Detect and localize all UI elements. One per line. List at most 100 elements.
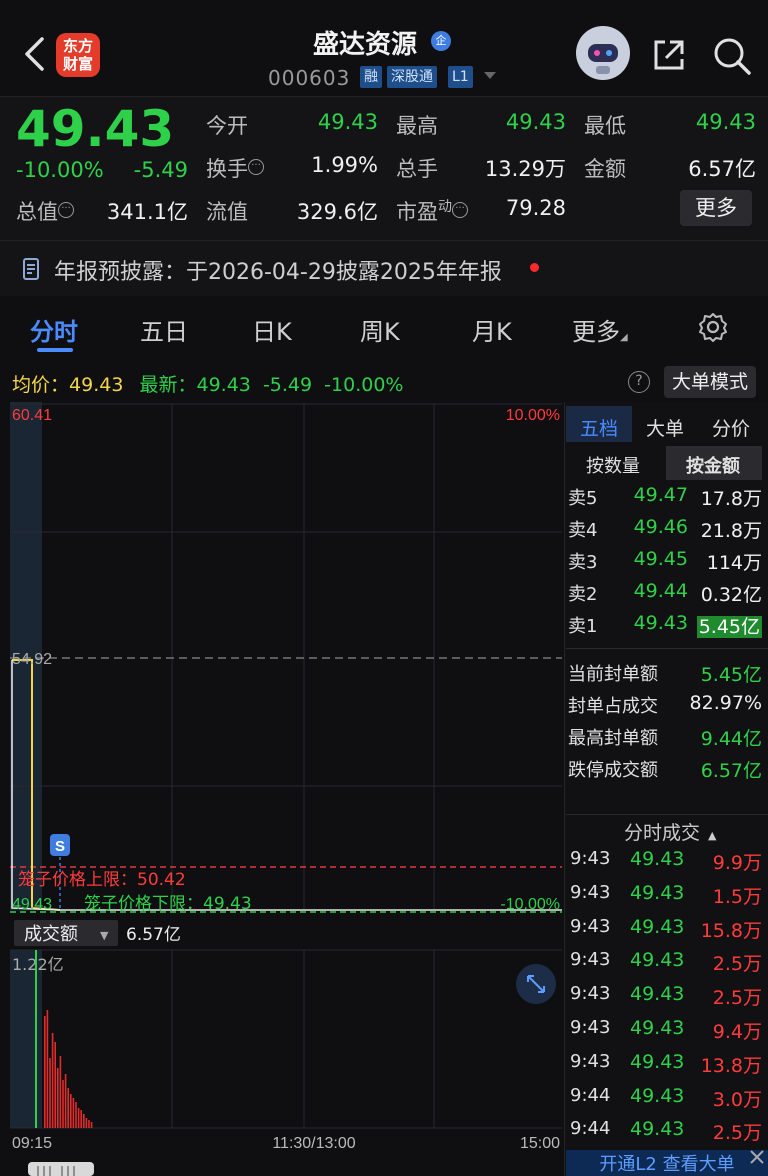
trade-volume: 2.5万 xyxy=(712,953,762,976)
trade-price: 49.43 xyxy=(630,1017,685,1039)
chevron-down-icon[interactable] xyxy=(484,72,496,79)
trade-volume: 3.0万 xyxy=(712,1088,762,1111)
trade-price: 49.43 xyxy=(630,1084,685,1107)
notice-text[interactable]: 年报预披露：于2026-04-29披露2025年年报 xyxy=(54,254,502,286)
info-icon[interactable]: ··· xyxy=(452,202,468,218)
ask-volume: 114万 xyxy=(706,552,762,574)
trade-volume: 9.4万 xyxy=(712,1021,762,1043)
seal-label: 最高封单额 xyxy=(568,728,658,749)
seal-value: 6.57亿 xyxy=(700,760,762,782)
ask-price[interactable]: 49.44 xyxy=(620,580,688,602)
document-icon xyxy=(23,258,39,280)
open-value: 49.43 xyxy=(317,110,378,134)
margin-tag: 融 xyxy=(360,66,382,88)
volume-bar xyxy=(85,1118,88,1128)
last-price: 49.43 xyxy=(16,100,175,158)
volume-value: 13.29万 xyxy=(484,157,566,181)
ask-price[interactable]: 49.46 xyxy=(620,516,688,538)
s-marker-text: S xyxy=(55,838,65,855)
close-icon[interactable] xyxy=(748,1148,766,1166)
mktcap-value: 341.1亿 xyxy=(106,200,188,224)
volume-bar xyxy=(62,1080,64,1128)
mktcap-label[interactable]: 总值 ··· xyxy=(16,196,74,226)
time-mid: 11:30/13:00 xyxy=(272,1135,355,1152)
open-l2-button[interactable]: 开通L2 查看大单 xyxy=(566,1150,768,1176)
volume-bar xyxy=(49,1058,51,1128)
info-icon[interactable]: ··· xyxy=(58,202,74,218)
ask-price[interactable]: 49.43 xyxy=(620,612,688,634)
seal-label: 跌停成交额 xyxy=(568,760,658,781)
tab-big-orders[interactable]: 大单 xyxy=(646,414,684,441)
ask-price[interactable]: 49.47 xyxy=(620,484,688,506)
volume-bar xyxy=(57,1068,59,1128)
trade-time: 9:43 xyxy=(570,949,611,971)
trade-price: 49.43 xyxy=(630,881,685,904)
info-icon[interactable]: ··· xyxy=(248,159,264,175)
trade-time: 9:43 xyxy=(570,1017,611,1038)
volume-bar xyxy=(51,1033,54,1128)
ask-volume: 0.32亿 xyxy=(700,584,762,606)
low-label: 最低 xyxy=(584,114,626,138)
volume-bar xyxy=(46,1010,49,1128)
chevron-down-icon: ▼ xyxy=(100,929,109,942)
volume-bar xyxy=(80,1110,82,1128)
tab-price-dist[interactable]: 分价 xyxy=(712,414,750,441)
trade-volume: 13.8万 xyxy=(700,1054,762,1077)
seal-value: 82.97% xyxy=(689,692,762,714)
trade-time: 9:43 xyxy=(570,983,611,1005)
volume-bar xyxy=(44,1016,46,1128)
subtab-by-quantity[interactable]: 按数量 xyxy=(586,452,640,478)
pe-label[interactable]: 市盈动 ··· xyxy=(396,196,468,226)
connect-tag: 深股通 xyxy=(387,66,437,88)
share-icon[interactable] xyxy=(650,36,688,74)
trade-price: 49.43 xyxy=(630,983,685,1006)
ask-volume: 17.8万 xyxy=(700,488,762,510)
trades-title[interactable]: 分时成交 ▲ xyxy=(624,818,716,845)
tab-five-levels[interactable]: 五档 xyxy=(580,414,618,441)
low-value: 49.43 xyxy=(695,110,756,134)
open-label: 今开 xyxy=(206,114,248,138)
ask-label: 卖4 xyxy=(568,520,598,541)
trade-time: 9:43 xyxy=(570,1050,611,1072)
trade-price: 49.43 xyxy=(630,949,685,972)
level-tag: L1 xyxy=(448,66,473,88)
tab-intraday[interactable]: 分时 xyxy=(30,312,78,347)
volume-bar xyxy=(70,1094,72,1128)
intraday-chart[interactable]: S 60.41 10.00% 54.92 笼子价格上限：50.42 49.43 … xyxy=(0,402,564,1176)
enterprise-badge: 企 xyxy=(431,31,451,51)
volume-selector-label: 成交额 xyxy=(24,924,78,945)
tab-daily-k[interactable]: 日K xyxy=(252,312,292,347)
trade-time: 9:43 xyxy=(570,881,611,903)
tab-more[interactable]: 更多◢ xyxy=(572,312,628,347)
tab-weekly-k[interactable]: 周K xyxy=(360,312,400,347)
auction-shade-vol xyxy=(10,950,42,1128)
tab-five-day[interactable]: 五日 xyxy=(140,312,188,347)
change-amount: -5.49 xyxy=(133,158,188,182)
volume-bar xyxy=(67,1088,69,1128)
float-value: 329.6亿 xyxy=(296,200,378,224)
turnover-label[interactable]: 换手 ··· xyxy=(206,153,264,183)
trade-price: 49.43 xyxy=(630,1050,685,1073)
trade-price: 49.43 xyxy=(630,915,685,938)
help-icon[interactable]: ? xyxy=(628,371,650,393)
subtab-by-amount[interactable]: 按金额 xyxy=(686,452,740,478)
ask-price[interactable]: 49.45 xyxy=(620,548,688,570)
gear-icon[interactable] xyxy=(698,312,728,342)
pct-bottom-label: -10.00% xyxy=(500,896,560,913)
upper-cage-label: 笼子价格上限：50.42 xyxy=(18,870,186,890)
ask-label: 卖1 xyxy=(568,616,598,637)
tab-monthly-k[interactable]: 月K xyxy=(472,312,512,347)
more-button[interactable]: 更多 xyxy=(680,190,752,226)
ask-volume: 21.8万 xyxy=(700,520,762,542)
search-icon[interactable] xyxy=(712,36,752,76)
tab-underline xyxy=(37,348,73,352)
ask-label: 卖5 xyxy=(568,488,598,509)
stock-code: 000603 xyxy=(268,66,351,90)
big-order-mode-button[interactable]: 大单模式 xyxy=(664,366,756,398)
divider xyxy=(566,648,768,649)
volume-bar xyxy=(90,1122,93,1128)
ai-assistant-icon[interactable] xyxy=(576,26,630,80)
back-arrow-icon[interactable] xyxy=(22,36,48,72)
app-logo: 东方 财富 xyxy=(56,33,100,77)
float-label: 流值 xyxy=(206,200,248,224)
